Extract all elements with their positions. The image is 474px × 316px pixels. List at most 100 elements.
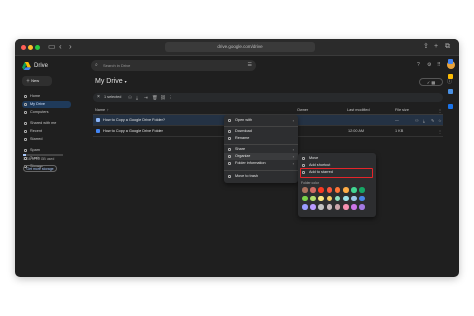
folder-color-swatch[interactable] [343,195,349,201]
column-header-size[interactable]: File size [395,108,409,112]
folder-color-swatch[interactable] [310,204,316,210]
more-actions-icon[interactable]: ⋮ [168,93,173,102]
folder-color-swatch[interactable] [359,195,365,201]
menu-item-organize[interactable]: Organize › [224,153,298,160]
help-icon[interactable]: ? [417,62,420,69]
tasks-icon[interactable] [448,89,453,94]
download-icon[interactable]: ⤓ [136,93,138,102]
sidebar-item-computers[interactable]: Computers [22,109,71,116]
folder-color-swatch[interactable] [334,204,341,210]
menu-item-share[interactable]: Share › [224,146,298,153]
move-folder-icon[interactable]: ⇥ [144,93,148,102]
menu-divider [224,144,298,145]
clear-selection-icon[interactable]: × [97,94,100,100]
sidebar-item-spam[interactable]: Spam [22,147,71,154]
share-person-icon[interactable]: ⚇ [128,93,132,102]
sidebar-item-my-drive[interactable]: My Drive [22,101,71,108]
sidebar-toggle-icon[interactable]: ▭ [48,42,56,52]
menu-item-label: Download [235,129,252,133]
folder-color-swatch[interactable] [351,204,357,210]
folder-color-swatch[interactable] [318,204,324,210]
search-placeholder: Search in Drive [103,63,131,68]
folder-color-swatch[interactable] [351,187,357,193]
folder-color-swatch[interactable] [326,195,333,201]
forward-arrow-icon[interactable]: › [69,42,72,52]
back-arrow-icon[interactable]: ‹ [59,42,62,52]
spam-icon [24,149,27,152]
contacts-icon[interactable] [448,104,453,109]
apps-grid-icon[interactable]: ⠿ [437,62,441,69]
folder-color-swatch[interactable] [359,187,365,193]
folder-color-swatch[interactable] [326,187,333,193]
folder-color-swatch[interactable] [318,187,324,193]
sidebar-item-label: Home [30,94,41,98]
share-person-icon[interactable]: ⚇ [415,115,419,126]
title-caret-icon: ▾ [124,79,127,84]
more-actions-icon[interactable]: ⋮ [438,126,442,137]
drive-logo-icon [22,62,31,70]
chevron-right-icon: › [292,147,294,152]
menu-item-download[interactable]: Download [224,128,298,135]
submenu-item-move[interactable]: Move [298,155,376,162]
folder-color-swatch[interactable] [302,195,308,201]
filter-icon[interactable]: ☰ [248,60,252,71]
menu-item-label: Rename [235,136,250,140]
folder-color-swatch[interactable] [343,204,349,210]
sort-arrow-icon[interactable]: ↑ [107,108,109,112]
page-title[interactable]: My Drive ▾ [95,78,127,85]
sidebar-item-shared[interactable]: Shared with me [22,120,71,127]
folder-color-swatch[interactable] [334,187,341,193]
new-button[interactable]: ＋ New [22,76,52,86]
row-name: How to Copy a Google Drive Folder [103,129,163,133]
download-icon[interactable]: ⤓ [423,115,425,126]
minimize-window-button[interactable] [28,45,33,50]
view-toggle[interactable]: ✓ ▦ [419,78,443,86]
folder-color-swatch[interactable] [359,204,365,210]
column-header-owner[interactable]: Owner [297,108,308,112]
sidebar-item-label: Computers [30,110,49,114]
folder-color-swatch[interactable] [318,195,324,201]
maximize-window-button[interactable] [35,45,40,50]
get-more-storage-button[interactable]: Get more storage [23,165,57,172]
sidebar-item-starred[interactable]: Starred [22,136,71,143]
sidebar-item-label: Spam [30,148,40,152]
share-icon[interactable]: ⇪ [423,42,429,52]
folder-color-swatch[interactable] [326,204,333,210]
close-window-button[interactable] [21,45,26,50]
menu-item-open-with[interactable]: Open with › [224,117,298,124]
folder-color-swatch[interactable] [302,187,308,193]
settings-gear-icon[interactable]: ⚙ [427,62,431,69]
highlight-box [300,168,373,178]
folder-color-swatch[interactable] [302,204,308,210]
folder-color-swatch[interactable] [310,195,316,201]
trash-icon[interactable]: 🗑 [152,93,158,102]
calendar-icon[interactable] [448,59,453,64]
tabs-overview-icon[interactable]: ⧉ [445,42,450,52]
keep-icon[interactable] [448,74,453,79]
menu-item-rename[interactable]: Rename [224,135,298,142]
column-options-icon[interactable]: ⋮ [438,108,442,113]
address-bar[interactable]: drive.google.com/drive [165,42,315,52]
folder-color-swatch[interactable] [351,195,357,201]
new-label: New [31,78,40,83]
computer-icon [24,111,27,114]
new-tab-icon[interactable]: + [434,42,438,52]
info-icon[interactable]: ⓘ [447,78,452,85]
sidebar-item-home[interactable]: Home [22,93,71,100]
search-input[interactable]: ⌕ Search in Drive ☰ [91,60,256,71]
column-header-modified[interactable]: Last modified [347,108,370,112]
submenu-item-label: Move [309,156,319,160]
folder-color-swatch[interactable] [343,187,349,193]
link-icon[interactable]: ⛓ [160,93,166,102]
column-header-name[interactable]: Name [95,108,105,112]
folder-color-swatch[interactable] [310,187,316,193]
app-name: Drive [34,63,49,69]
star-icon[interactable]: ☆ [438,115,442,126]
trash-icon [228,175,231,178]
menu-item-label: Share [235,147,246,151]
folder-color-swatch[interactable] [334,195,341,201]
menu-item-move-to-trash[interactable]: Move to trash [224,173,298,180]
sidebar-item-recent[interactable]: Recent [22,128,71,135]
menu-item-folder-information[interactable]: Folder information › [224,160,298,167]
edit-icon[interactable]: ✎ [431,115,434,126]
